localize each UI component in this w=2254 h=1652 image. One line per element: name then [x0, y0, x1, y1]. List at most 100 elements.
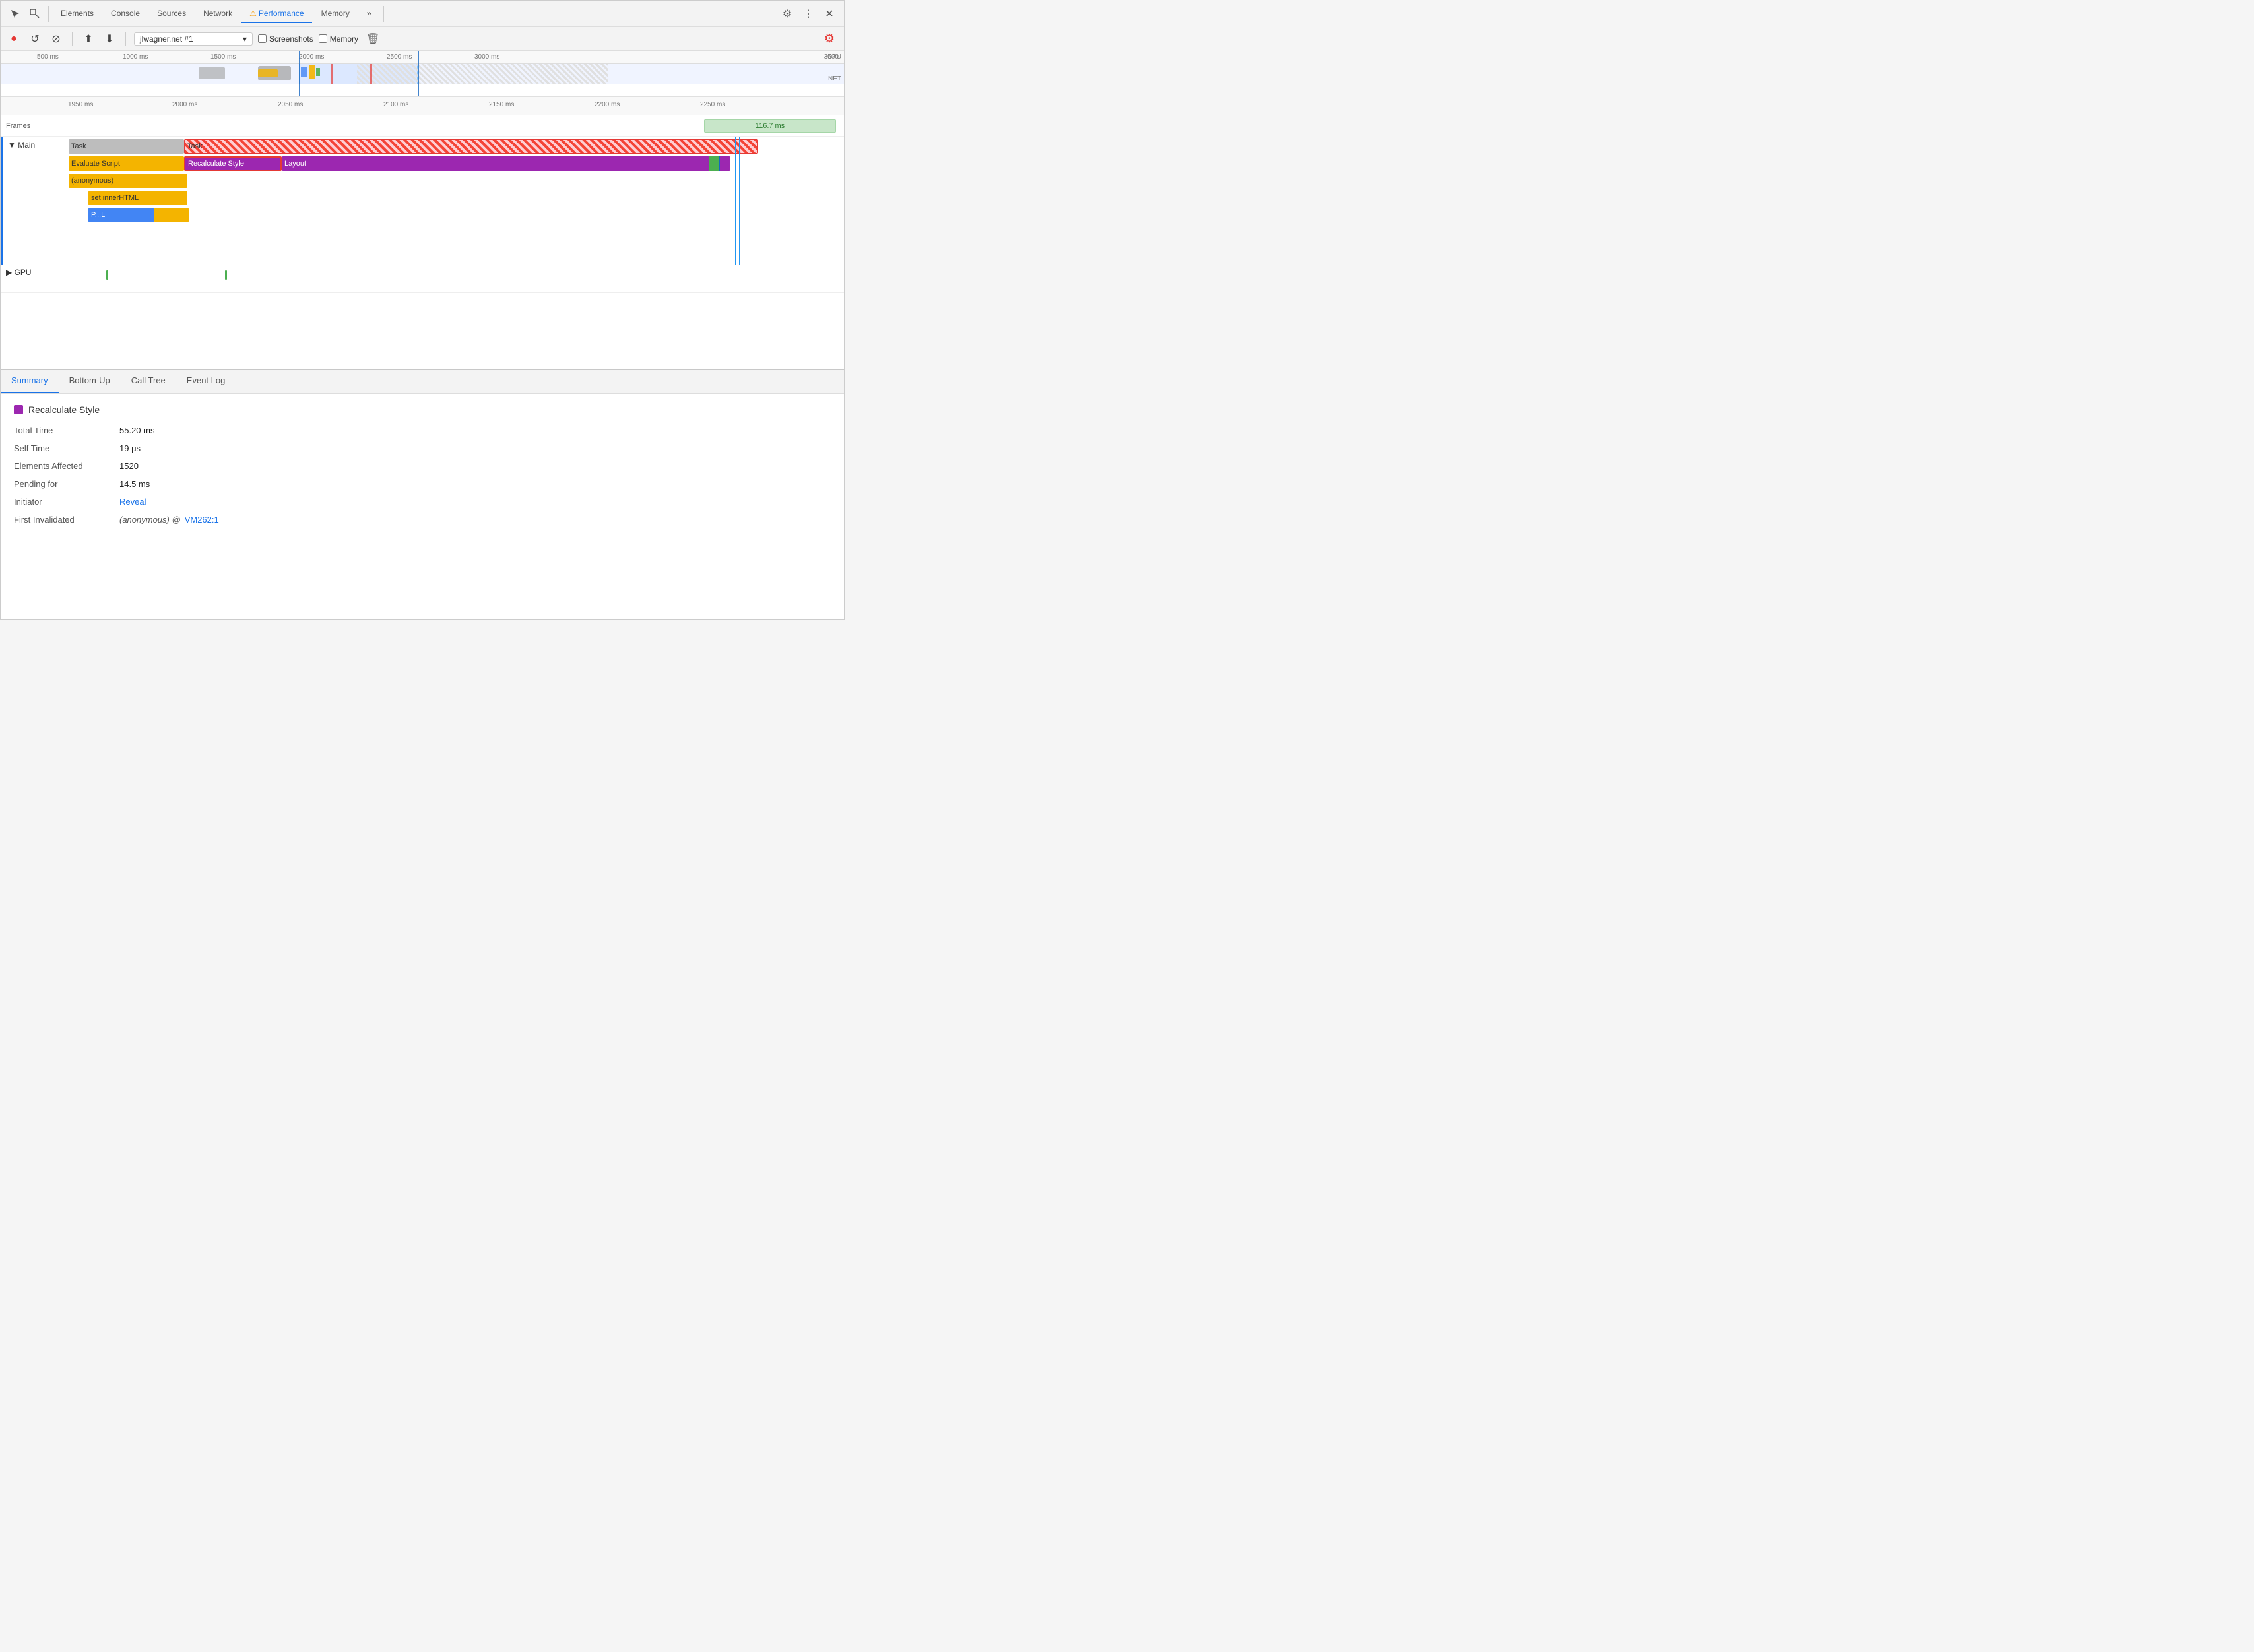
profile-selector[interactable]: jlwagner.net #1 ▾	[134, 32, 253, 46]
tick-2200: 2200 ms	[595, 101, 620, 108]
frame-block[interactable]: 116.7 ms	[704, 119, 836, 133]
tab-performance[interactable]: ⚠Performance	[242, 5, 311, 23]
gpu-content	[67, 265, 844, 293]
elements-affected-row: Elements Affected 1520	[14, 461, 831, 471]
elements-affected-label: Elements Affected	[14, 461, 119, 471]
pending-for-value: 14.5 ms	[119, 479, 150, 489]
clear-button[interactable]: ⊘	[48, 31, 64, 47]
frames-content: 116.7 ms	[67, 117, 844, 135]
total-time-row: Total Time 55.20 ms	[14, 426, 831, 435]
bottom-tabs: Summary Bottom-Up Call Tree Event Log	[1, 370, 844, 394]
ruler-label-1000: 1000 ms	[123, 53, 148, 61]
recalculate-style-color-dot	[14, 405, 23, 414]
bottom-panel: Summary Bottom-Up Call Tree Event Log Re…	[1, 369, 844, 620]
screenshots-label: Screenshots	[269, 34, 313, 44]
tab-event-log[interactable]: Event Log	[176, 370, 236, 393]
net-label: NET	[828, 75, 841, 82]
anonymous-bar[interactable]: (anonymous)	[69, 174, 187, 188]
upload-button[interactable]: ⬆	[80, 31, 96, 47]
first-invalidated-link[interactable]: VM262:1	[185, 515, 219, 524]
main-content: Task Task Evaluate Script Recalculate St…	[69, 137, 844, 265]
tick-2250: 2250 ms	[700, 101, 725, 108]
initiator-label: Initiator	[14, 497, 119, 507]
close-icon[interactable]: ✕	[820, 5, 839, 23]
gpu-label[interactable]: ▶ GPU	[1, 265, 67, 280]
frames-label: Frames	[1, 119, 67, 133]
settings-icon[interactable]: ⚙	[778, 5, 796, 23]
evaluate-script-bar[interactable]: Evaluate Script	[69, 156, 184, 171]
tab-summary[interactable]: Summary	[1, 370, 59, 393]
recalculate-style-bar[interactable]: Recalculate Style	[184, 156, 282, 171]
screenshots-checkbox-group[interactable]: Screenshots	[258, 34, 313, 44]
tab-call-tree[interactable]: Call Tree	[121, 370, 176, 393]
top-nav: Elements Console Sources Network ⚠Perfor…	[1, 1, 844, 27]
main-track: ▼ Main Task Task Evaluate Script Recalcu…	[1, 137, 844, 265]
tab-network[interactable]: Network	[195, 5, 240, 23]
trash-button[interactable]: 🗑	[366, 32, 379, 46]
self-time-value: 19 μs	[119, 443, 141, 453]
ruler-label-500: 500 ms	[37, 53, 59, 61]
gpu-track: ▶ GPU	[1, 265, 844, 293]
nav-separator-1	[48, 6, 49, 22]
more-options-icon[interactable]: ⋮	[799, 5, 818, 23]
pl-bar[interactable]: P...L	[88, 208, 154, 222]
performance-toolbar: ● ↺ ⊘ ⬆ ⬇ jlwagner.net #1 ▾ Screenshots …	[1, 27, 844, 51]
initiator-row: Initiator Reveal	[14, 497, 831, 507]
pending-for-label: Pending for	[14, 479, 119, 489]
total-time-label: Total Time	[14, 426, 119, 435]
nav-separator-2	[383, 6, 384, 22]
total-time-value: 55.20 ms	[119, 426, 154, 435]
summary-panel: Recalculate Style Total Time 55.20 ms Se…	[1, 394, 844, 620]
toolbar-sep-1	[72, 32, 73, 46]
download-button[interactable]: ⬇	[102, 31, 117, 47]
tab-elements[interactable]: Elements	[53, 5, 102, 23]
tab-console[interactable]: Console	[103, 5, 148, 23]
task-bar-2-long[interactable]: Task	[184, 139, 758, 154]
tick-2050: 2050 ms	[278, 101, 303, 108]
devtools-window: Elements Console Sources Network ⚠Perfor…	[0, 0, 845, 620]
frames-track: Frames 116.7 ms	[1, 115, 844, 137]
ruler-label-3000: 3000 ms	[474, 53, 499, 61]
tick-1950: 1950 ms	[68, 101, 93, 108]
tab-bottom-up[interactable]: Bottom-Up	[59, 370, 121, 393]
screenshots-checkbox[interactable]	[258, 34, 267, 43]
nav-right-actions: ⚙ ⋮ ✕	[778, 5, 839, 23]
initiator-reveal-link[interactable]: Reveal	[119, 497, 146, 507]
timeline-ruler-row: 1950 ms 2000 ms 2050 ms 2100 ms 2150 ms …	[1, 97, 844, 115]
timeline-overview[interactable]: 500 ms 1000 ms 1500 ms 2000 ms 2500 ms 3…	[1, 51, 844, 97]
main-label[interactable]: ▼ Main	[3, 137, 69, 152]
small-yellow-bar[interactable]	[154, 208, 189, 222]
self-time-label: Self Time	[14, 443, 119, 453]
cpu-label: CPU	[827, 53, 841, 61]
first-invalidated-value: (anonymous) @	[119, 515, 181, 524]
tab-sources[interactable]: Sources	[149, 5, 194, 23]
chevron-down-icon: ▾	[243, 34, 247, 44]
summary-title: Recalculate Style	[14, 404, 831, 415]
tick-2100: 2100 ms	[383, 101, 408, 108]
tab-more[interactable]: »	[359, 5, 379, 23]
record-button[interactable]: ●	[6, 31, 22, 47]
memory-checkbox[interactable]	[319, 34, 327, 43]
inspect-icon[interactable]	[26, 5, 44, 23]
gpu-dot-1	[106, 270, 108, 280]
blue-line-2	[739, 137, 740, 265]
tab-memory[interactable]: Memory	[313, 5, 358, 23]
cursor-icon[interactable]	[6, 5, 24, 23]
task-bar-1[interactable]: Task	[69, 139, 184, 154]
settings-gear-icon[interactable]: ⚙	[820, 30, 839, 48]
url-value: jlwagner.net #1	[140, 34, 193, 44]
gpu-dot-2	[225, 270, 227, 280]
tick-2150: 2150 ms	[489, 101, 514, 108]
timeline-ruler: 1950 ms 2000 ms 2050 ms 2100 ms 2150 ms …	[67, 97, 844, 115]
toolbar-sep-2	[125, 32, 126, 46]
blue-line-1	[735, 137, 736, 265]
self-time-row: Self Time 19 μs	[14, 443, 831, 453]
set-innerhtml-bar[interactable]: set innerHTML	[88, 191, 187, 205]
timeline-main: 1950 ms 2000 ms 2050 ms 2100 ms 2150 ms …	[1, 97, 844, 369]
first-invalidated-label: First Invalidated	[14, 515, 119, 524]
layout-bar[interactable]: Layout	[282, 156, 730, 171]
tick-2000: 2000 ms	[172, 101, 197, 108]
reload-record-button[interactable]: ↺	[27, 31, 43, 47]
warning-icon: ⚠	[249, 9, 257, 18]
memory-checkbox-group[interactable]: Memory	[319, 34, 358, 44]
